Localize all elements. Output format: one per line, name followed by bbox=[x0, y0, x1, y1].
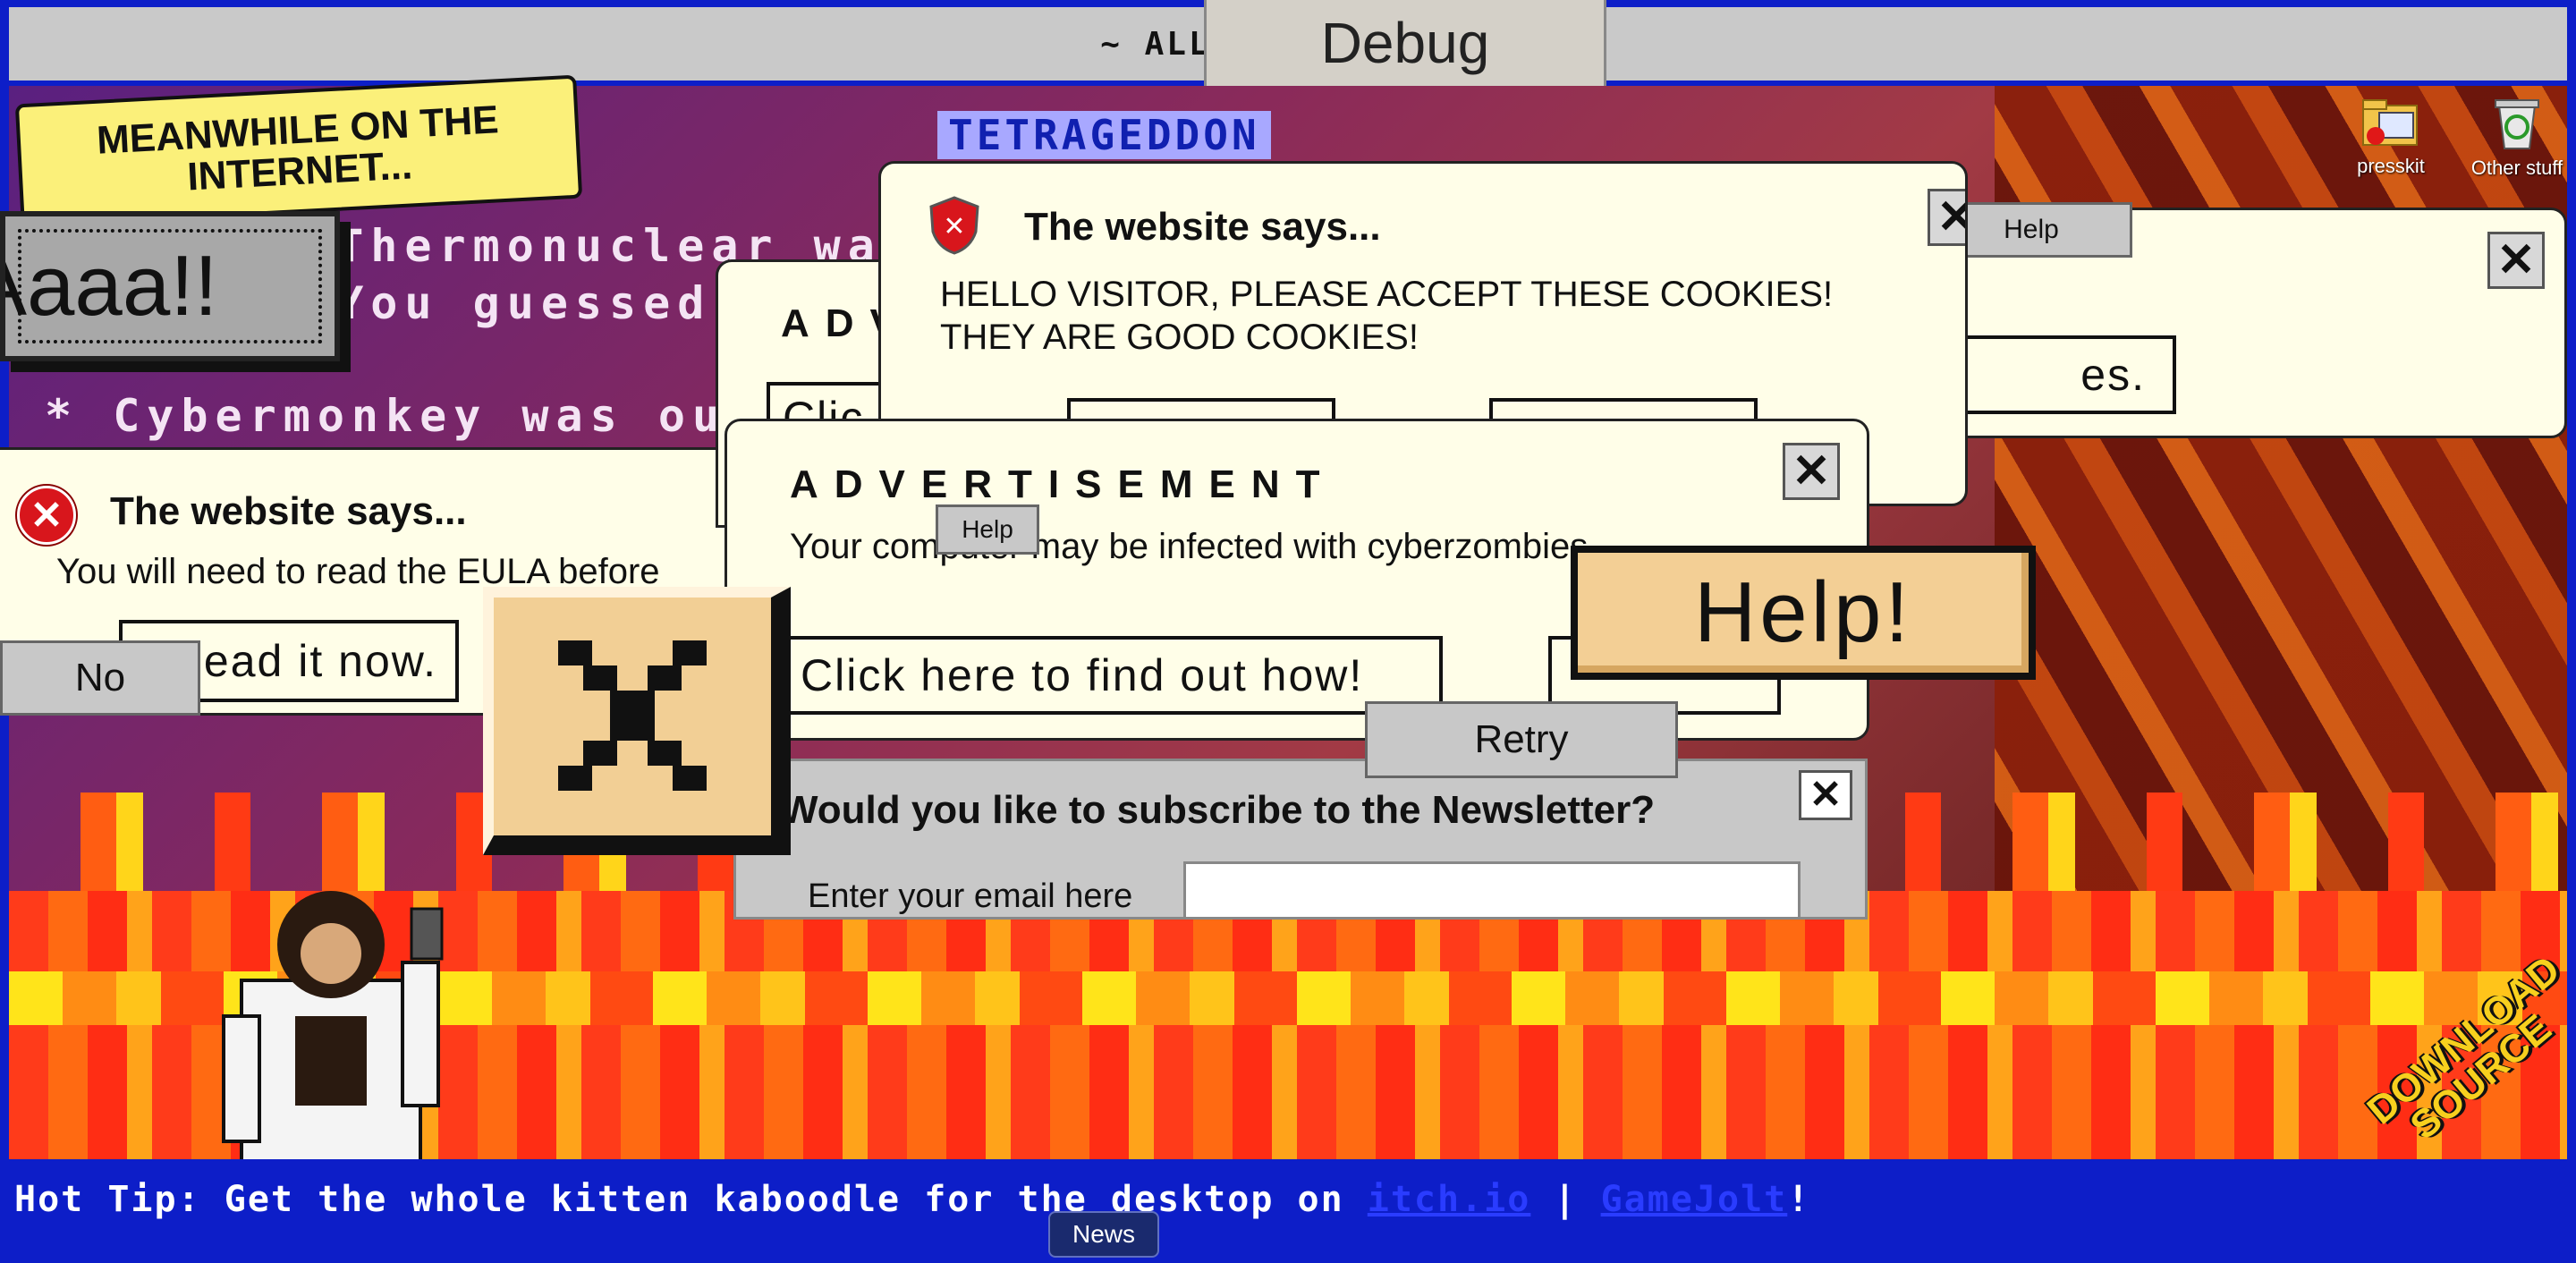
cookies-message-line-2: THEY ARE GOOD COOKIES! bbox=[940, 318, 1419, 357]
ad-partial-text: HAVE NOTICED THAT YOU ARE bbox=[790, 733, 1243, 738]
email-input[interactable] bbox=[1183, 861, 1801, 917]
hot-tip-text: Hot Tip: Get the whole kitten kaboodle f… bbox=[14, 1179, 1368, 1220]
separator: | bbox=[1530, 1179, 1601, 1220]
close-icon bbox=[558, 640, 707, 791]
ad-title: ADVERTISEMENT bbox=[790, 462, 1336, 506]
help-big-button[interactable]: Help! bbox=[1571, 546, 2036, 680]
folder-icon bbox=[2362, 99, 2418, 146]
newsletter-window: Would you like to subscribe to the Newsl… bbox=[733, 759, 1868, 920]
close-icon[interactable]: ✕ bbox=[2487, 232, 2545, 289]
hot-tip: Hot Tip: Get the whole kitten kaboodle f… bbox=[14, 1179, 1810, 1220]
hot-tip-suffix: ! bbox=[1787, 1179, 1811, 1220]
eula-title: The website says... bbox=[110, 489, 467, 533]
desktop-icon-presskit[interactable]: presskit bbox=[2343, 93, 2438, 178]
itch-link[interactable]: itch.io bbox=[1368, 1179, 1531, 1220]
cybermonkey-character bbox=[222, 891, 444, 1159]
shield-icon: ✕ bbox=[929, 196, 979, 255]
svg-text:✕: ✕ bbox=[943, 211, 965, 242]
cookies-message-line-1: HELLO VISITOR, PLEASE ACCEPT THESE COOKI… bbox=[940, 275, 1834, 314]
dotted-border bbox=[18, 229, 322, 343]
news-heading: TETRAGEDDON bbox=[937, 111, 1271, 159]
no-button[interactable]: No bbox=[0, 640, 200, 716]
desktop-icon-label: Other stuff bbox=[2470, 157, 2563, 179]
recycle-bin-icon bbox=[2495, 99, 2539, 149]
cookies-title: The website says... bbox=[1024, 205, 1381, 249]
newsletter-field-label: Enter your email here bbox=[808, 877, 1133, 915]
close-icon[interactable]: ✕ bbox=[1928, 189, 1965, 246]
retry-button[interactable]: Retry bbox=[1365, 701, 1678, 778]
ad-message: Your computer may be infected with cyber… bbox=[790, 527, 1589, 566]
debug-button[interactable]: Debug bbox=[1204, 0, 1606, 89]
news-line-3: * Cybermonkey was ou bbox=[45, 390, 727, 442]
gamejolt-link[interactable]: GameJolt bbox=[1601, 1179, 1788, 1220]
big-close-button[interactable] bbox=[483, 587, 791, 855]
find-out-how-button[interactable]: Click here to find out how! bbox=[784, 636, 1443, 715]
aaaa-popup[interactable]: Aaaa!! bbox=[0, 211, 340, 361]
desktop-icon-other-stuff[interactable]: Other stuff bbox=[2463, 93, 2571, 180]
right-window-button[interactable]: es. bbox=[1953, 335, 2176, 414]
close-icon[interactable]: ✕ bbox=[1799, 770, 1852, 820]
newsletter-title: Would you like to subscribe to the Newsl… bbox=[781, 788, 1656, 832]
close-icon[interactable]: ✕ bbox=[1783, 443, 1840, 500]
desktop-icon-label: presskit bbox=[2357, 155, 2425, 177]
error-icon: ✕ bbox=[17, 486, 76, 545]
news-tab[interactable]: News bbox=[1048, 1211, 1159, 1258]
help-button-small[interactable]: Help bbox=[936, 504, 1039, 555]
